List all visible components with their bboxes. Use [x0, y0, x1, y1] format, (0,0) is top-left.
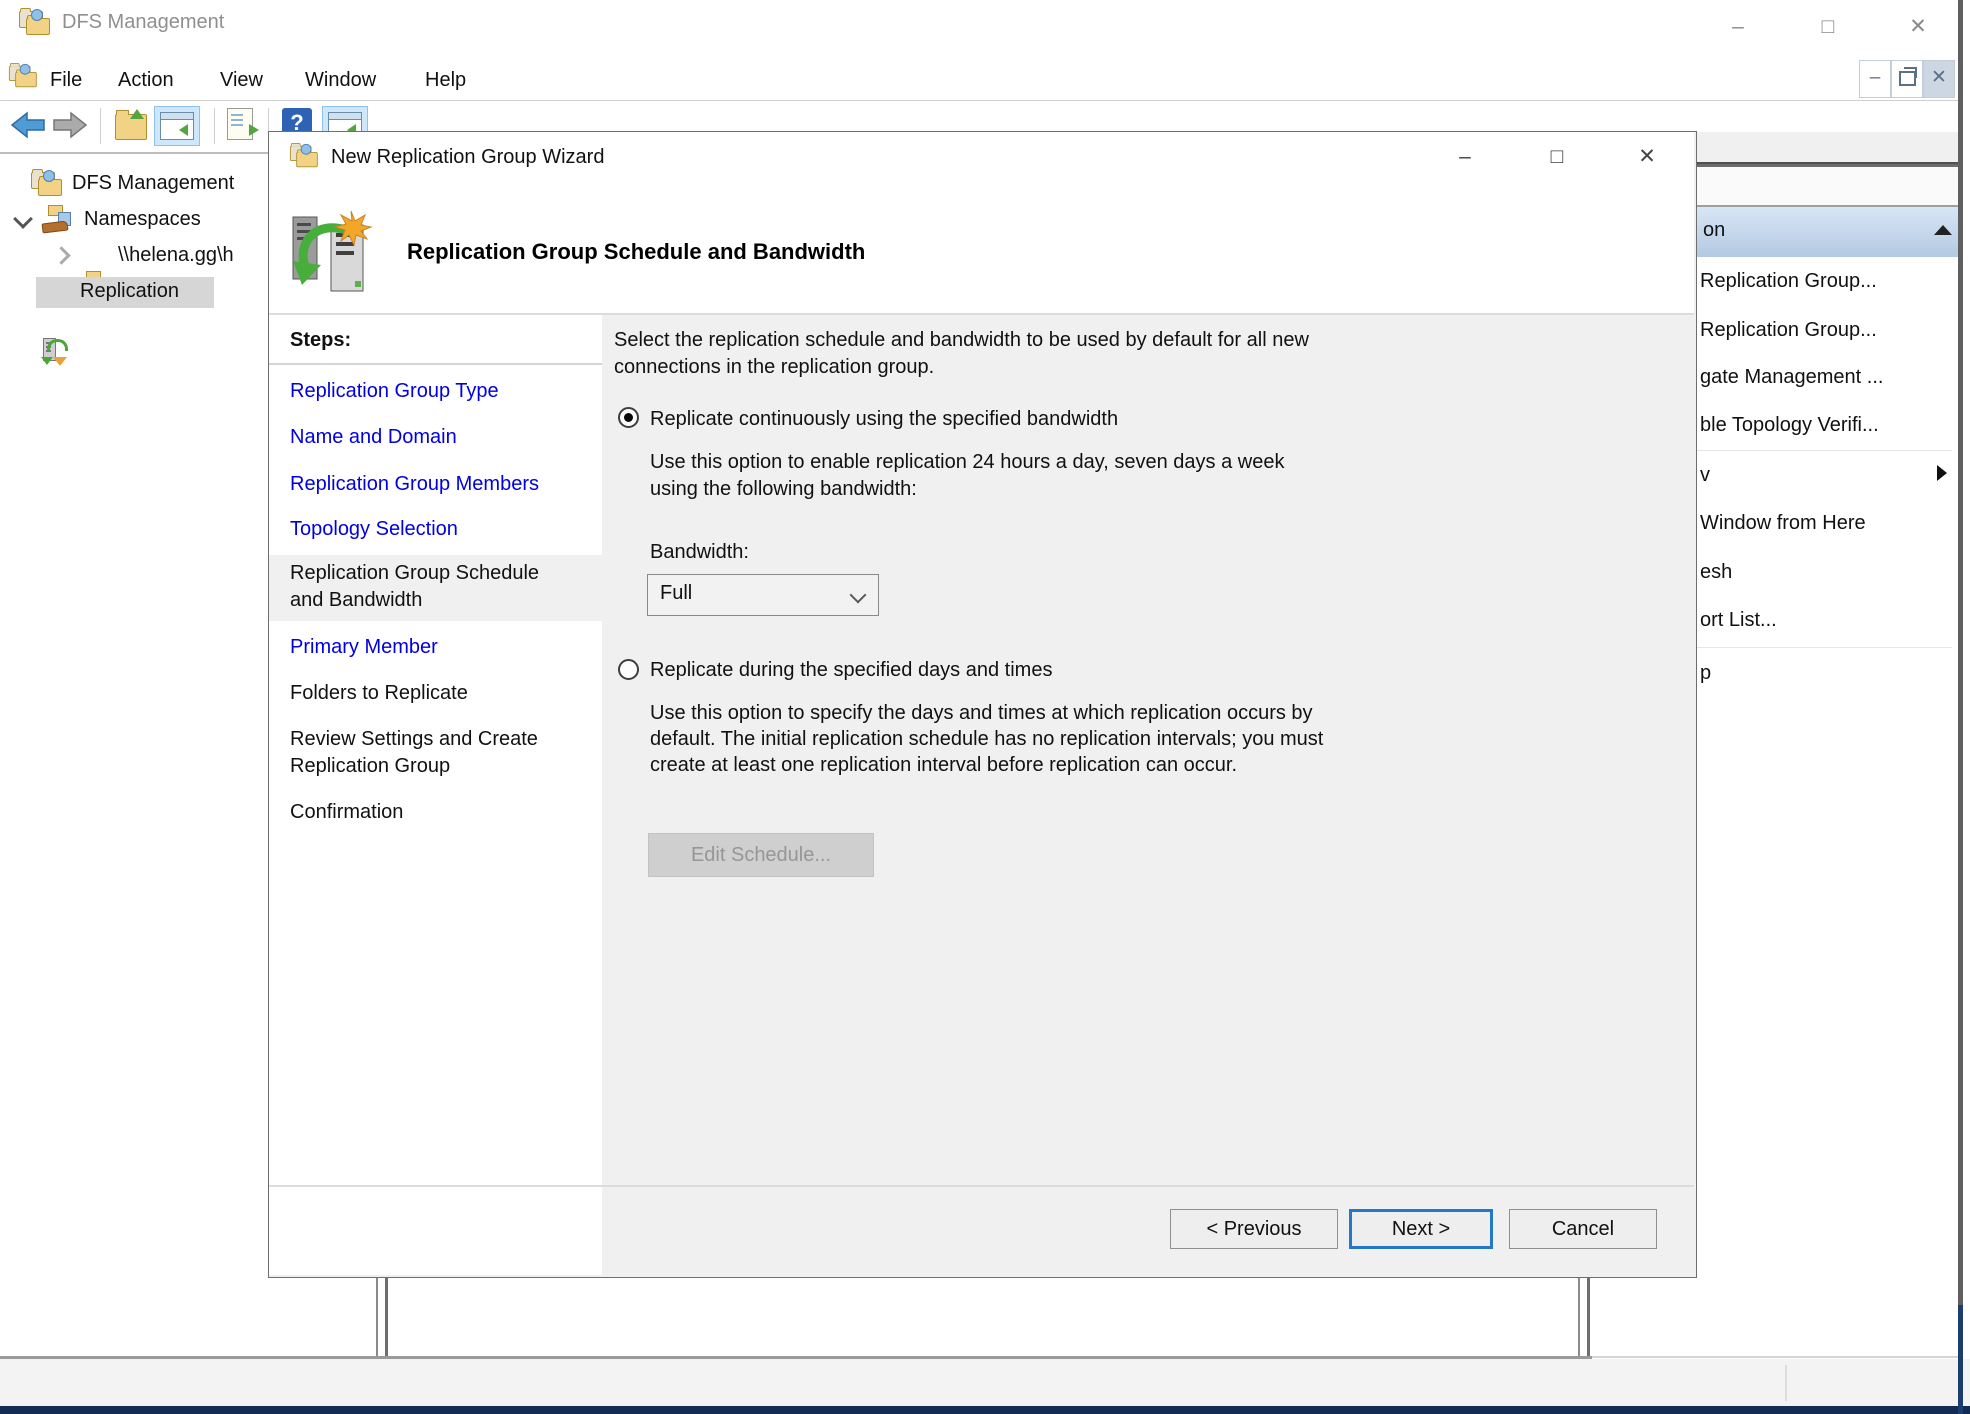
action-export-list[interactable]: ort List...: [1700, 609, 1777, 632]
dfs-root-icon: [30, 169, 64, 199]
action-refresh[interactable]: esh: [1700, 561, 1732, 584]
tree-item-namespace-server[interactable]: \\helena.gg\h: [118, 244, 268, 267]
taskbar: [0, 1406, 1970, 1414]
step-topology-selection[interactable]: Topology Selection: [290, 516, 458, 543]
minimize-button[interactable]: –: [1720, 12, 1756, 42]
wizard-close-button[interactable]: ✕: [1629, 142, 1665, 172]
step-primary-member[interactable]: Primary Member: [290, 634, 438, 661]
replication-servers-icon: [289, 209, 377, 306]
collapse-icon[interactable]: [1934, 225, 1952, 235]
mdi-close-button[interactable]: ✕: [1923, 60, 1955, 98]
status-bar: [0, 1359, 1970, 1406]
step-schedule-and-bandwidth: Replication Group Schedule and Bandwidth: [290, 560, 539, 614]
menu-help[interactable]: Help: [415, 65, 476, 96]
action-view[interactable]: v: [1700, 464, 1710, 487]
wizard-titlebar: New Replication Group Wizard – □ ✕: [269, 132, 1694, 184]
edit-schedule-button: Edit Schedule...: [648, 833, 874, 877]
action-help[interactable]: p: [1700, 662, 1711, 685]
window-title: DFS Management: [62, 11, 224, 34]
tree-item-dfs-management[interactable]: DFS Management: [72, 172, 234, 195]
wizard-title: New Replication Group Wizard: [331, 146, 604, 169]
menu-window[interactable]: Window: [295, 65, 386, 96]
wizard-title-icon: [289, 143, 320, 170]
right-window-edge: [1958, 0, 1963, 1305]
namespaces-icon: [42, 205, 72, 235]
wizard-minimize-button[interactable]: –: [1447, 142, 1483, 172]
actions-header-label: on: [1703, 219, 1725, 242]
wizard-intro-text: Select the replication schedule and band…: [614, 327, 1654, 381]
menu-action[interactable]: Action: [108, 65, 184, 96]
mdi-minimize-button[interactable]: –: [1859, 60, 1891, 98]
forward-icon[interactable]: [52, 110, 88, 145]
up-level-icon[interactable]: [115, 114, 147, 140]
menu-app-icon: [8, 63, 39, 90]
bandwidth-select[interactable]: Full: [647, 574, 879, 616]
action-topology-verification[interactable]: ble Topology Verifi...: [1700, 414, 1879, 437]
next-button[interactable]: Next >: [1349, 1209, 1493, 1249]
chevron-down-icon[interactable]: [13, 209, 33, 229]
wizard-maximize-button[interactable]: □: [1539, 142, 1575, 172]
bandwidth-label: Bandwidth:: [650, 539, 749, 566]
wizard-header: Replication Group Schedule and Bandwidth: [269, 184, 1694, 313]
new-replication-group-wizard-dialog: New Replication Group Wizard – □ ✕ Repli: [268, 131, 1697, 1278]
action-delegate-management[interactable]: gate Management ...: [1700, 366, 1883, 389]
radio-replicate-specified-times[interactable]: [618, 659, 639, 680]
step-name-and-domain[interactable]: Name and Domain: [290, 424, 457, 451]
action-new-window-from-here[interactable]: Window from Here: [1700, 512, 1866, 535]
action-new-replication-group[interactable]: Replication Group...: [1700, 270, 1877, 293]
console-tree-toggle-icon[interactable]: [154, 106, 200, 146]
maximize-button[interactable]: □: [1810, 12, 1846, 42]
radio-replicate-specified-times-label[interactable]: Replicate during the specified days and …: [650, 657, 1052, 684]
action-add-replication-group[interactable]: Replication Group...: [1700, 319, 1877, 342]
submenu-arrow-icon: [1937, 465, 1947, 481]
close-button[interactable]: ✕: [1900, 12, 1936, 42]
step-replication-group-type[interactable]: Replication Group Type: [290, 378, 499, 405]
radio-replicate-continuously-label[interactable]: Replicate continuously using the specifi…: [650, 406, 1118, 433]
cancel-button[interactable]: Cancel: [1509, 1209, 1657, 1249]
menu-view[interactable]: View: [210, 65, 273, 96]
menu-file[interactable]: File: [40, 65, 92, 96]
step-folders-to-replicate: Folders to Replicate: [290, 680, 468, 707]
export-list-icon[interactable]: [227, 108, 253, 140]
bandwidth-selected-value: Full: [660, 582, 692, 605]
wizard-steps-panel: Steps: Replication Group Type Name and D…: [269, 315, 602, 1275]
menu-divider: [0, 100, 1958, 101]
replication-icon: [40, 337, 70, 367]
mdi-restore-button[interactable]: [1891, 60, 1923, 98]
step-replication-group-members[interactable]: Replication Group Members: [290, 471, 539, 498]
combo-chevron-icon: [850, 587, 867, 604]
steps-heading: Steps:: [290, 329, 351, 352]
app-icon: [18, 8, 52, 38]
back-icon[interactable]: [10, 110, 46, 145]
wizard-header-title: Replication Group Schedule and Bandwidth: [407, 239, 865, 265]
option1-description: Use this option to enable replication 24…: [650, 449, 1650, 503]
option2-description: Use this option to specify the days and …: [650, 700, 1660, 778]
radio-replicate-continuously[interactable]: [618, 407, 639, 428]
chevron-right-icon[interactable]: [52, 246, 70, 264]
dfs-management-app: DFS Management – □ ✕ File Action View Wi…: [0, 0, 1970, 1414]
step-review-settings: Review Settings and Create Replication G…: [290, 726, 538, 780]
previous-button[interactable]: < Previous: [1170, 1209, 1338, 1249]
tree-item-namespaces[interactable]: Namespaces: [84, 208, 201, 231]
step-confirmation: Confirmation: [290, 799, 403, 826]
tree-item-replication[interactable]: Replication: [80, 280, 179, 303]
